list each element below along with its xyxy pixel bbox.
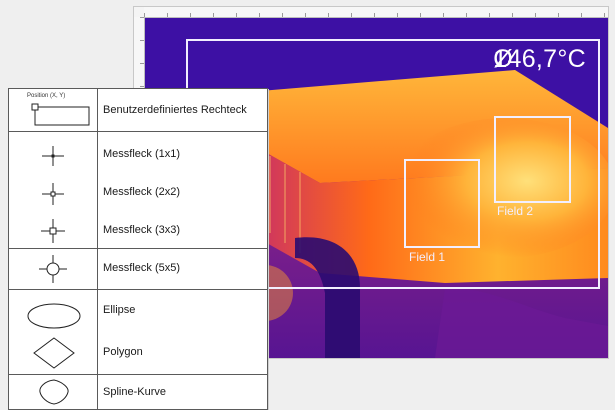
spline-curve-icon [39, 379, 69, 405]
crosshair-1x1-icon [42, 146, 64, 166]
field-1-label: Field 1 [409, 250, 446, 264]
legend-label-spline: Spline-Kurve [103, 386, 166, 398]
measurement-field-1[interactable] [404, 159, 480, 248]
legend-symbol-cell [8, 248, 98, 290]
measurement-field-2[interactable] [494, 116, 571, 203]
horizontal-ruler [144, 7, 608, 18]
legend-label-cell: Spline-Kurve [97, 374, 268, 410]
legend-symbol-cell [8, 289, 98, 375]
legend-row-shapes: Ellipse Polygon [8, 289, 268, 375]
legend-label-ellipse: Ellipse [103, 304, 136, 316]
legend-symbol-cell: Position (X, Y) [8, 88, 98, 132]
average-symbol: Ø [493, 45, 514, 73]
legend-label-spot-2x2: Messfleck (2x2) [103, 186, 181, 198]
legend-row-spot-small: Messfleck (1x1) Messfleck (2x2) Messflec… [8, 131, 268, 249]
legend-label-spot-5x5: Messfleck (5x5) [103, 262, 181, 274]
measurement-tool-legend: Position (X, Y) Benutzerdefiniertes Rech… [8, 88, 268, 410]
crosshair-5x5-icon [39, 255, 67, 283]
crosshair-2x2-icon [42, 183, 64, 205]
crosshair-3x3-icon [41, 219, 65, 243]
polygon-icon [33, 337, 75, 369]
legend-label-spot-3x3: Messfleck (3x3) [103, 224, 181, 236]
legend-label-spot-1x1: Messfleck (1x1) [103, 148, 181, 160]
legend-symbol-cell [8, 131, 98, 249]
legend-label-cell: Ellipse Polygon [97, 289, 268, 375]
screenshot-page: Ø 146,7°C Field 1 Field 2 Position (X, Y) [0, 0, 615, 410]
legend-symbol-cell [8, 374, 98, 410]
legend-row-rectangle: Position (X, Y) Benutzerdefiniertes Rech… [8, 88, 268, 132]
legend-row-spline: Spline-Kurve [8, 374, 268, 410]
legend-label-polygon: Polygon [103, 346, 143, 358]
legend-label-rectangle: Benutzerdefiniertes Rechteck [103, 104, 247, 116]
legend-label-cell: Messfleck (5x5) [97, 248, 268, 290]
ellipse-icon [27, 303, 81, 329]
legend-row-spot-5x5: Messfleck (5x5) [8, 248, 268, 290]
legend-label-cell: Benutzerdefiniertes Rechteck [97, 88, 268, 132]
rectangle-with-position-icon [31, 103, 90, 126]
field-2-label: Field 2 [497, 204, 534, 218]
mean-temperature-readout: Ø 146,7°C [493, 45, 586, 74]
legend-label-cell: Messfleck (1x1) Messfleck (2x2) Messflec… [97, 131, 268, 249]
